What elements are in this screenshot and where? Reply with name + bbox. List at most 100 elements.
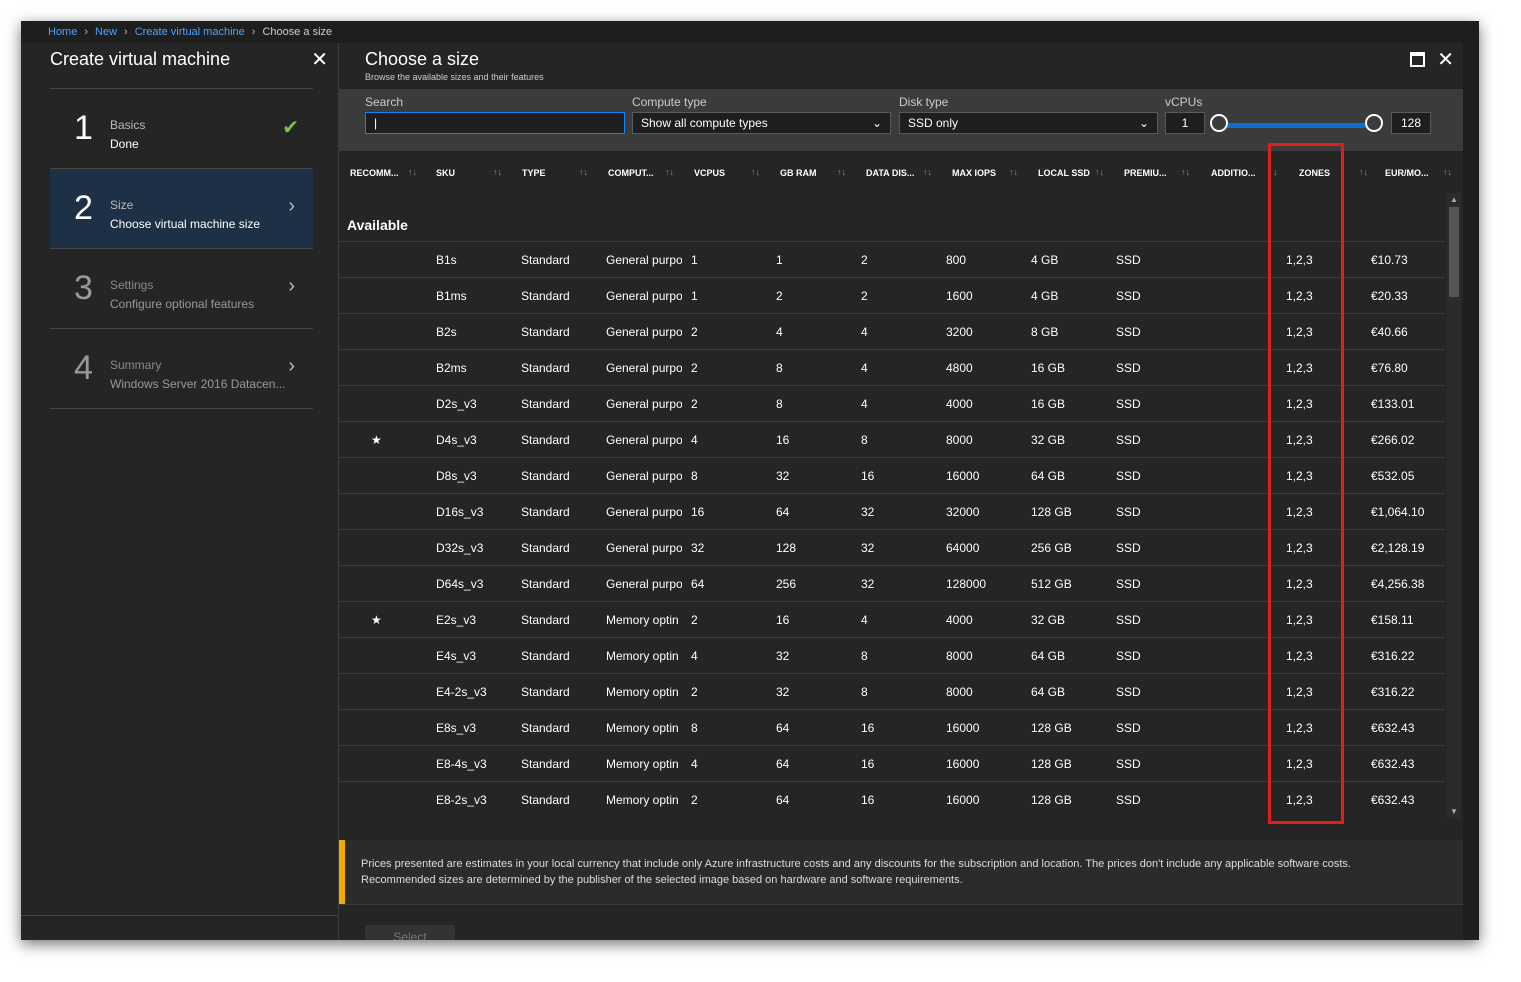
zones-cell: 1,2,3 xyxy=(1286,721,1313,735)
type-cell: Standard xyxy=(521,325,570,339)
table-row[interactable]: E8-2s_v3 Standard Memory optin 2 64 16 16000 12… xyxy=(339,781,1445,817)
step-basics[interactable]: 1 Basics Done ✔ xyxy=(50,88,313,168)
table-row[interactable]: E8s_v3 Standard Memory optin 8 64 16 16000 128 … xyxy=(339,709,1445,745)
table-row[interactable]: D64s_v3 Standard General purpo 64 256 32 12800… xyxy=(339,565,1445,601)
col-header-sku[interactable]: SKU xyxy=(436,168,455,178)
compute-type-cell: General purpo xyxy=(606,325,682,339)
sort-icon[interactable]: ↑↓ xyxy=(1095,167,1104,177)
sort-icon[interactable]: ↑↓ xyxy=(1443,167,1452,177)
table-row[interactable]: B1ms Standard General purpo 1 2 2 1600 4 GB SSD 1… xyxy=(339,277,1445,313)
compute-type-cell: General purpo xyxy=(606,253,682,267)
close-icon[interactable]: ✕ xyxy=(311,47,328,72)
star-icon: ★ xyxy=(371,613,382,627)
table-row[interactable]: D2s_v3 Standard General purpo 2 8 4 4000 16 GB S… xyxy=(339,385,1445,421)
price-cell: €2,128.19 xyxy=(1371,541,1425,555)
sort-icon[interactable]: ↑↓ xyxy=(837,167,846,177)
vcpu-max-input[interactable]: 128 xyxy=(1391,112,1431,134)
table-row[interactable]: ★ D4s_v3 Standard General purpo 4 16 8 8000 32 G… xyxy=(339,421,1445,457)
col-header-data-disks[interactable]: DATA DIS... xyxy=(866,168,914,178)
breadcrumb-home[interactable]: Home xyxy=(48,26,77,38)
step-settings[interactable]: 3 Settings Configure optional features › xyxy=(50,248,313,328)
table-row[interactable]: D8s_v3 Standard General purpo 8 32 16 16000 64 … xyxy=(339,457,1445,493)
table-row[interactable]: B2ms Standard General purpo 2 8 4 4800 16 GB SSD… xyxy=(339,349,1445,385)
compute-type-cell: Memory optin xyxy=(606,721,679,735)
table-row[interactable]: D32s_v3 Standard General purpo 32 128 32 64000… xyxy=(339,529,1445,565)
max-iops-cell: 3200 xyxy=(946,325,973,339)
search-label: Search xyxy=(365,95,404,109)
data-disks-cell: 32 xyxy=(861,541,875,555)
sort-icon[interactable]: ↓ xyxy=(1273,167,1278,177)
select-button[interactable]: Select xyxy=(365,925,455,940)
col-header-max-iops[interactable]: MAX IOPS xyxy=(952,168,996,178)
table-row[interactable]: E4-2s_v3 Standard Memory optin 2 32 8 8000 64 G… xyxy=(339,673,1445,709)
zones-cell: 1,2,3 xyxy=(1286,433,1313,447)
col-header-ram[interactable]: GB RAM xyxy=(780,168,817,178)
table-row[interactable]: D16s_v3 Standard General purpo 16 64 32 32000 1… xyxy=(339,493,1445,529)
sort-icon[interactable]: ↑↓ xyxy=(751,167,760,177)
step-size[interactable]: 2 Size Choose virtual machine size › xyxy=(50,168,313,248)
table-row[interactable]: B2s Standard General purpo 2 4 4 3200 8 GB SSD 1,… xyxy=(339,313,1445,349)
sort-icon[interactable]: ↑↓ xyxy=(923,167,932,177)
sort-icon[interactable]: ↑↓ xyxy=(1009,167,1018,177)
search-input[interactable]: | xyxy=(365,112,625,134)
sku-cell: D4s_v3 xyxy=(436,433,477,447)
premium-disk-cell: SSD xyxy=(1116,649,1141,663)
step-sub: Windows Server 2016 Datacen... xyxy=(110,377,286,391)
disk-type-dropdown[interactable]: SSD only ⌄ xyxy=(899,112,1158,134)
col-header-vcpus[interactable]: VCPUS xyxy=(694,168,725,178)
max-iops-cell: 32000 xyxy=(946,505,980,519)
ram-cell: 64 xyxy=(776,721,790,735)
sku-cell: E8-2s_v3 xyxy=(436,793,487,807)
vcpu-max-handle[interactable] xyxy=(1365,114,1383,132)
table-row[interactable]: B1s Standard General purpo 1 1 2 800 4 GB SSD 1,2… xyxy=(339,241,1445,277)
sku-cell: E8-4s_v3 xyxy=(436,757,487,771)
compute-type-value: Show all compute types xyxy=(641,116,768,130)
data-disks-cell: 8 xyxy=(861,433,868,447)
compute-type-label: Compute type xyxy=(632,95,707,109)
zones-cell: 1,2,3 xyxy=(1286,613,1313,627)
vcpu-min-input[interactable]: 1 xyxy=(1165,112,1205,134)
breadcrumb-create-vm[interactable]: Create virtual machine xyxy=(135,26,245,38)
table-row[interactable]: E8-4s_v3 Standard Memory optin 4 64 16 16000 12… xyxy=(339,745,1445,781)
col-header-local-ssd[interactable]: LOCAL SSD xyxy=(1038,168,1090,178)
sort-icon[interactable]: ↑↓ xyxy=(1359,167,1368,177)
col-header-type[interactable]: TYPE xyxy=(522,168,546,178)
pricing-note-line1: Prices presented are estimates in your l… xyxy=(361,858,1351,870)
sort-icon[interactable]: ↑↓ xyxy=(579,167,588,177)
pricing-note-line2: Recommended sizes are determined by the … xyxy=(361,874,963,886)
col-header-premium[interactable]: PREMIU... xyxy=(1124,168,1167,178)
sort-icon[interactable]: ↑↓ xyxy=(1181,167,1190,177)
close-icon[interactable]: ✕ xyxy=(1437,47,1454,72)
step-summary[interactable]: 4 Summary Windows Server 2016 Datacen...… xyxy=(50,328,313,409)
price-cell: €158.11 xyxy=(1371,613,1414,627)
zones-cell: 1,2,3 xyxy=(1286,685,1313,699)
max-iops-cell: 4000 xyxy=(946,397,973,411)
col-header-price[interactable]: EUR/MO... xyxy=(1385,168,1429,178)
vcpu-slider-track[interactable] xyxy=(1215,123,1375,128)
vcpus-cell: 4 xyxy=(691,757,698,771)
vcpu-min-handle[interactable] xyxy=(1210,114,1228,132)
table-row[interactable]: E4s_v3 Standard Memory optin 4 32 8 8000 64 GB S… xyxy=(339,637,1445,673)
sku-cell: D64s_v3 xyxy=(436,577,484,591)
compute-type-dropdown[interactable]: Show all compute types ⌄ xyxy=(632,112,891,134)
type-cell: Standard xyxy=(521,361,570,375)
grid-scrollbar[interactable]: ▲ ▼ xyxy=(1447,193,1461,818)
breadcrumb-new[interactable]: New xyxy=(95,26,117,38)
sort-icon[interactable]: ↑↓ xyxy=(408,167,417,177)
scroll-up-icon[interactable]: ▲ xyxy=(1450,195,1458,204)
table-row[interactable]: ★ E2s_v3 Standard Memory optin 2 16 4 4000 32 GB… xyxy=(339,601,1445,637)
pricing-note: Prices presented are estimates in your l… xyxy=(339,840,1463,904)
data-disks-cell: 8 xyxy=(861,685,868,699)
col-header-zones[interactable]: ZONES xyxy=(1299,168,1330,178)
scrollbar-thumb[interactable] xyxy=(1449,207,1459,297)
sort-icon[interactable]: ↑↓ xyxy=(665,167,674,177)
col-header-additional[interactable]: ADDITIO... xyxy=(1211,168,1256,178)
data-disks-cell: 8 xyxy=(861,649,868,663)
col-header-compute[interactable]: COMPUT... xyxy=(608,168,654,178)
sort-icon[interactable]: ↑↓ xyxy=(493,167,502,177)
col-header-recommended[interactable]: RECOMM... xyxy=(350,168,399,178)
premium-disk-cell: SSD xyxy=(1116,793,1141,807)
scroll-down-icon[interactable]: ▼ xyxy=(1450,807,1458,816)
maximize-icon[interactable] xyxy=(1410,52,1425,67)
compute-type-cell: General purpo xyxy=(606,577,682,591)
